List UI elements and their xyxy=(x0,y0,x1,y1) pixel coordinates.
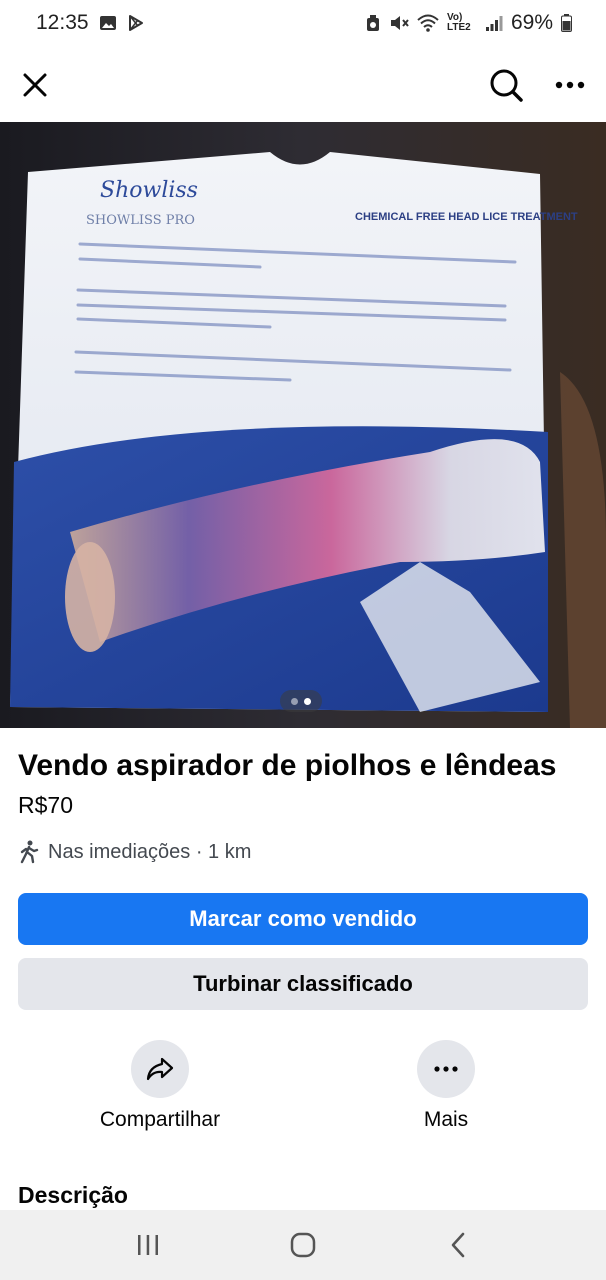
battery-icon xyxy=(561,14,572,32)
more-label: Mais xyxy=(423,1108,469,1131)
mute-icon xyxy=(389,14,409,32)
home-button[interactable] xyxy=(273,1215,333,1275)
more-action[interactable]: Mais xyxy=(346,1040,546,1132)
search-icon xyxy=(490,69,523,102)
box-model-text: SHOWLISS PRO xyxy=(86,213,195,228)
more-horizontal-icon xyxy=(434,1066,458,1072)
back-button[interactable] xyxy=(428,1215,488,1275)
description-heading: Descrição xyxy=(18,1182,128,1208)
listing-title: Vendo aspirador de piolhos e lêndeas xyxy=(18,749,557,782)
share-action[interactable]: Compartilhar xyxy=(60,1040,260,1132)
status-time: 12:35 xyxy=(36,11,89,34)
signal-icon xyxy=(485,14,503,32)
share-icon xyxy=(146,1057,174,1081)
boost-listing-button[interactable]: Turbinar classificado xyxy=(18,958,588,1010)
wifi-icon xyxy=(417,14,439,32)
listing-price: R$70 xyxy=(18,792,73,818)
gallery-notification-icon xyxy=(99,15,117,31)
recent-apps-icon xyxy=(137,1235,158,1255)
mark-as-sold-button[interactable]: Marcar como vendido xyxy=(18,893,588,945)
share-button[interactable] xyxy=(131,1040,189,1098)
network-type: Vo) LTE2 xyxy=(446,12,471,33)
listing-photo[interactable]: Showliss SHOWLISS PRO CHEMICAL FREE HEAD… xyxy=(0,122,606,728)
more-options-button[interactable] xyxy=(546,56,594,114)
carousel-dot[interactable] xyxy=(291,697,298,705)
app-bar xyxy=(0,56,606,114)
search-button[interactable] xyxy=(482,56,530,114)
carousel-indicator xyxy=(280,690,322,712)
box-brand-text: Showliss xyxy=(100,178,198,203)
status-bar: 12:35 Vo) LTE2 69% xyxy=(0,0,606,46)
close-icon xyxy=(23,73,47,97)
location-text: Nas imediações · 1 km xyxy=(48,840,252,863)
close-button[interactable] xyxy=(11,56,59,114)
product-box-image: Showliss SHOWLISS PRO CHEMICAL FREE HEAD… xyxy=(0,122,606,728)
more-button[interactable] xyxy=(417,1040,475,1098)
share-label: Compartilhar xyxy=(99,1108,221,1131)
carousel-dot-active[interactable] xyxy=(304,697,311,705)
home-icon xyxy=(290,1232,316,1258)
status-left: 12:35 xyxy=(36,11,145,35)
system-nav-bar xyxy=(0,1210,606,1280)
walking-person-icon xyxy=(20,840,39,864)
back-chevron-icon xyxy=(452,1232,465,1258)
status-right: Vo) LTE2 69% xyxy=(365,11,572,35)
listing-location: Nas imediações · 1 km xyxy=(18,840,251,864)
recent-apps-button[interactable] xyxy=(118,1215,178,1275)
play-store-icon xyxy=(127,14,145,32)
alarm-icon xyxy=(365,14,381,32)
box-headline-text: CHEMICAL FREE HEAD LICE TREATMENT xyxy=(355,211,578,223)
more-horizontal-icon xyxy=(555,81,585,89)
battery-level: 69% xyxy=(510,11,553,34)
